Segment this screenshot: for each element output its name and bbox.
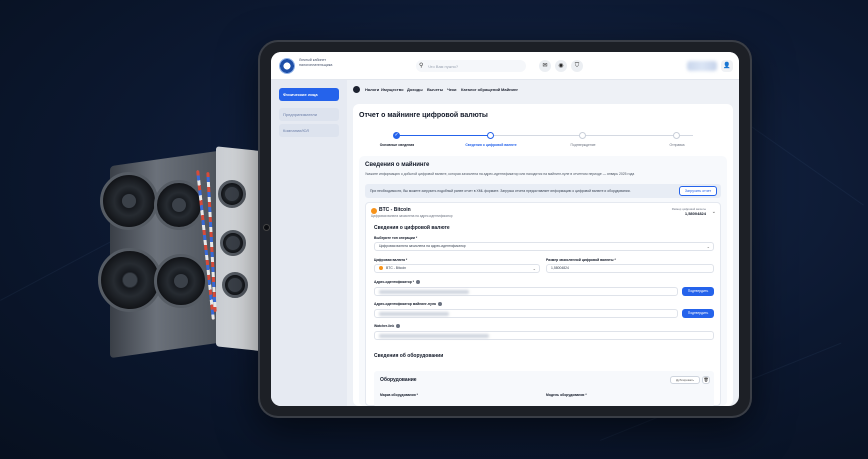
op-type-value: Цифровая валюта зачислена на адрес-идент… — [379, 244, 466, 248]
upload-report-button[interactable]: Загрузить отчет — [679, 186, 717, 196]
info-icon — [416, 280, 421, 285]
watcher-label: Watcher-link — [374, 324, 401, 329]
step-2-dot — [487, 132, 494, 139]
search-icon: ⚲ — [419, 63, 424, 69]
user-name-blurred — [687, 61, 717, 71]
nav-property[interactable]: Имущество — [381, 87, 404, 92]
blurred-value — [379, 312, 449, 316]
fns-logo-icon — [279, 58, 295, 74]
address-input[interactable] — [374, 287, 678, 296]
eye-icon[interactable]: ◉ — [555, 60, 567, 72]
nav-taxes[interactable]: Налоги — [365, 87, 379, 92]
user-icon[interactable]: 👤 — [721, 60, 733, 72]
currency-select[interactable]: BTC - Bitcoin ⌄ — [374, 264, 540, 273]
sidebar-item-companies[interactable]: Компании/ЮЛ — [279, 124, 339, 137]
sidebar-item-entrepreneurs[interactable]: Предприниматели — [279, 108, 339, 121]
sidebar-item-individuals[interactable]: Физические лица — [279, 88, 339, 101]
nav-mining[interactable]: Майнинг — [501, 87, 518, 92]
chevron-down-icon[interactable]: ⌄ — [712, 209, 716, 215]
chevron-down-icon: ⌄ — [706, 244, 710, 249]
home-icon[interactable] — [353, 86, 360, 93]
step-3-dot — [579, 132, 586, 139]
currency-value: BTC - Bitcoin — [386, 266, 406, 270]
search-placeholder: Что Вам нужно? — [428, 63, 459, 69]
sidebar: Физические лица Предприниматели Компании… — [271, 80, 347, 406]
coin-name: BTC - Bitcoin — [379, 207, 411, 213]
page-title: Отчет о майнинге цифровой валюты — [359, 112, 488, 119]
upload-info-bar: При необходимости, Вы можете загрузить п… — [365, 184, 721, 198]
step-1-dot — [393, 132, 400, 139]
currency-label: Цифровая валюта * — [374, 258, 408, 262]
chevron-down-icon: ⌄ — [532, 266, 536, 271]
bitcoin-icon — [379, 266, 383, 271]
step-1-label: Основные сведения — [379, 143, 415, 147]
mining-section: Сведения о майнинге Укажите информацию о… — [359, 156, 727, 406]
step-2-label: Сведения о цифровой валюте — [465, 143, 517, 147]
equipment-section-title: Сведения об оборудовании — [374, 353, 444, 359]
step-connector — [493, 135, 693, 136]
nav-appeals[interactable]: Каталог обращений — [461, 87, 500, 92]
step-3-label: Подтверждение — [570, 143, 596, 147]
nav-income[interactable]: Доходы — [407, 87, 423, 92]
tablet-screen: Личный кабинет налогоплательщика ⚲ Что В… — [271, 52, 739, 406]
op-type-label: Выберите тип операции * — [374, 236, 418, 240]
org-name: Личный кабинет налогоплательщика — [299, 58, 333, 67]
address-label: Адрес-идентификатор * — [374, 280, 421, 285]
blurred-value — [379, 290, 469, 294]
mail-icon[interactable]: ✉ — [539, 60, 551, 72]
confirm-pool-button[interactable]: Подтвердить — [682, 309, 714, 318]
info-icon — [437, 302, 442, 307]
app-header: Личный кабинет налогоплательщика ⚲ Что В… — [271, 52, 739, 80]
top-nav: Налоги Имущество Доходы Вычеты Чеки Ката… — [347, 80, 739, 100]
step-4-dot — [673, 132, 680, 139]
info-icon — [396, 324, 401, 329]
watcher-input[interactable] — [374, 331, 714, 340]
confirm-address-button[interactable]: Подтвердить — [682, 287, 714, 296]
nav-receipts[interactable]: Чеки — [447, 87, 457, 92]
brand-label: Марка оборудования * — [380, 393, 418, 397]
pool-input[interactable] — [374, 309, 678, 318]
duplicate-button[interactable]: Дублировать — [670, 376, 700, 384]
equipment-title: Оборудование — [380, 377, 417, 383]
coin-subtitle: Цифровая валюта зачислена на адрес-идент… — [371, 214, 453, 218]
currency-section-title: Сведения о цифровой валюте — [374, 225, 450, 231]
trash-icon[interactable]: 🗑 — [702, 376, 710, 384]
search-input[interactable]: ⚲ Что Вам нужно? — [416, 60, 526, 72]
section-description: Укажите информацию о добытой цифровой ва… — [365, 172, 635, 176]
shield-icon[interactable]: ⛉ — [571, 60, 583, 72]
op-type-select[interactable]: Цифровая валюта зачислена на адрес-идент… — [374, 242, 714, 251]
nav-deductions[interactable]: Вычеты — [427, 87, 443, 92]
size-label: Размер зачисленной цифровой валюты * — [546, 258, 616, 262]
coin-card: BTC - Bitcoin Цифровая валюта зачислена … — [365, 202, 721, 406]
step-connector — [397, 135, 493, 136]
equipment-box: Оборудование Дублировать 🗑 Марка оборудо… — [374, 371, 714, 406]
camera-dot — [264, 225, 269, 230]
tablet-device: Личный кабинет налогоплательщика ⚲ Что В… — [258, 40, 752, 418]
model-label: Модель оборудования * — [546, 393, 587, 397]
stepper: Основные сведения Сведения о цифровой ва… — [380, 132, 693, 152]
size-input[interactable]: 1,58004824 — [546, 264, 714, 273]
step-4-label: Отправка — [669, 143, 685, 147]
blurred-value — [379, 334, 489, 338]
section-title: Сведения о майнинге — [365, 162, 430, 168]
main-card: Отчет о майнинге цифровой валюты Основны… — [353, 104, 733, 406]
pool-label: Адрес-идентификатор майнинг-пула — [374, 302, 442, 307]
upload-info-text: При необходимости, Вы можете загрузить п… — [370, 189, 631, 193]
coin-amount: 1,58004824 — [684, 211, 706, 216]
